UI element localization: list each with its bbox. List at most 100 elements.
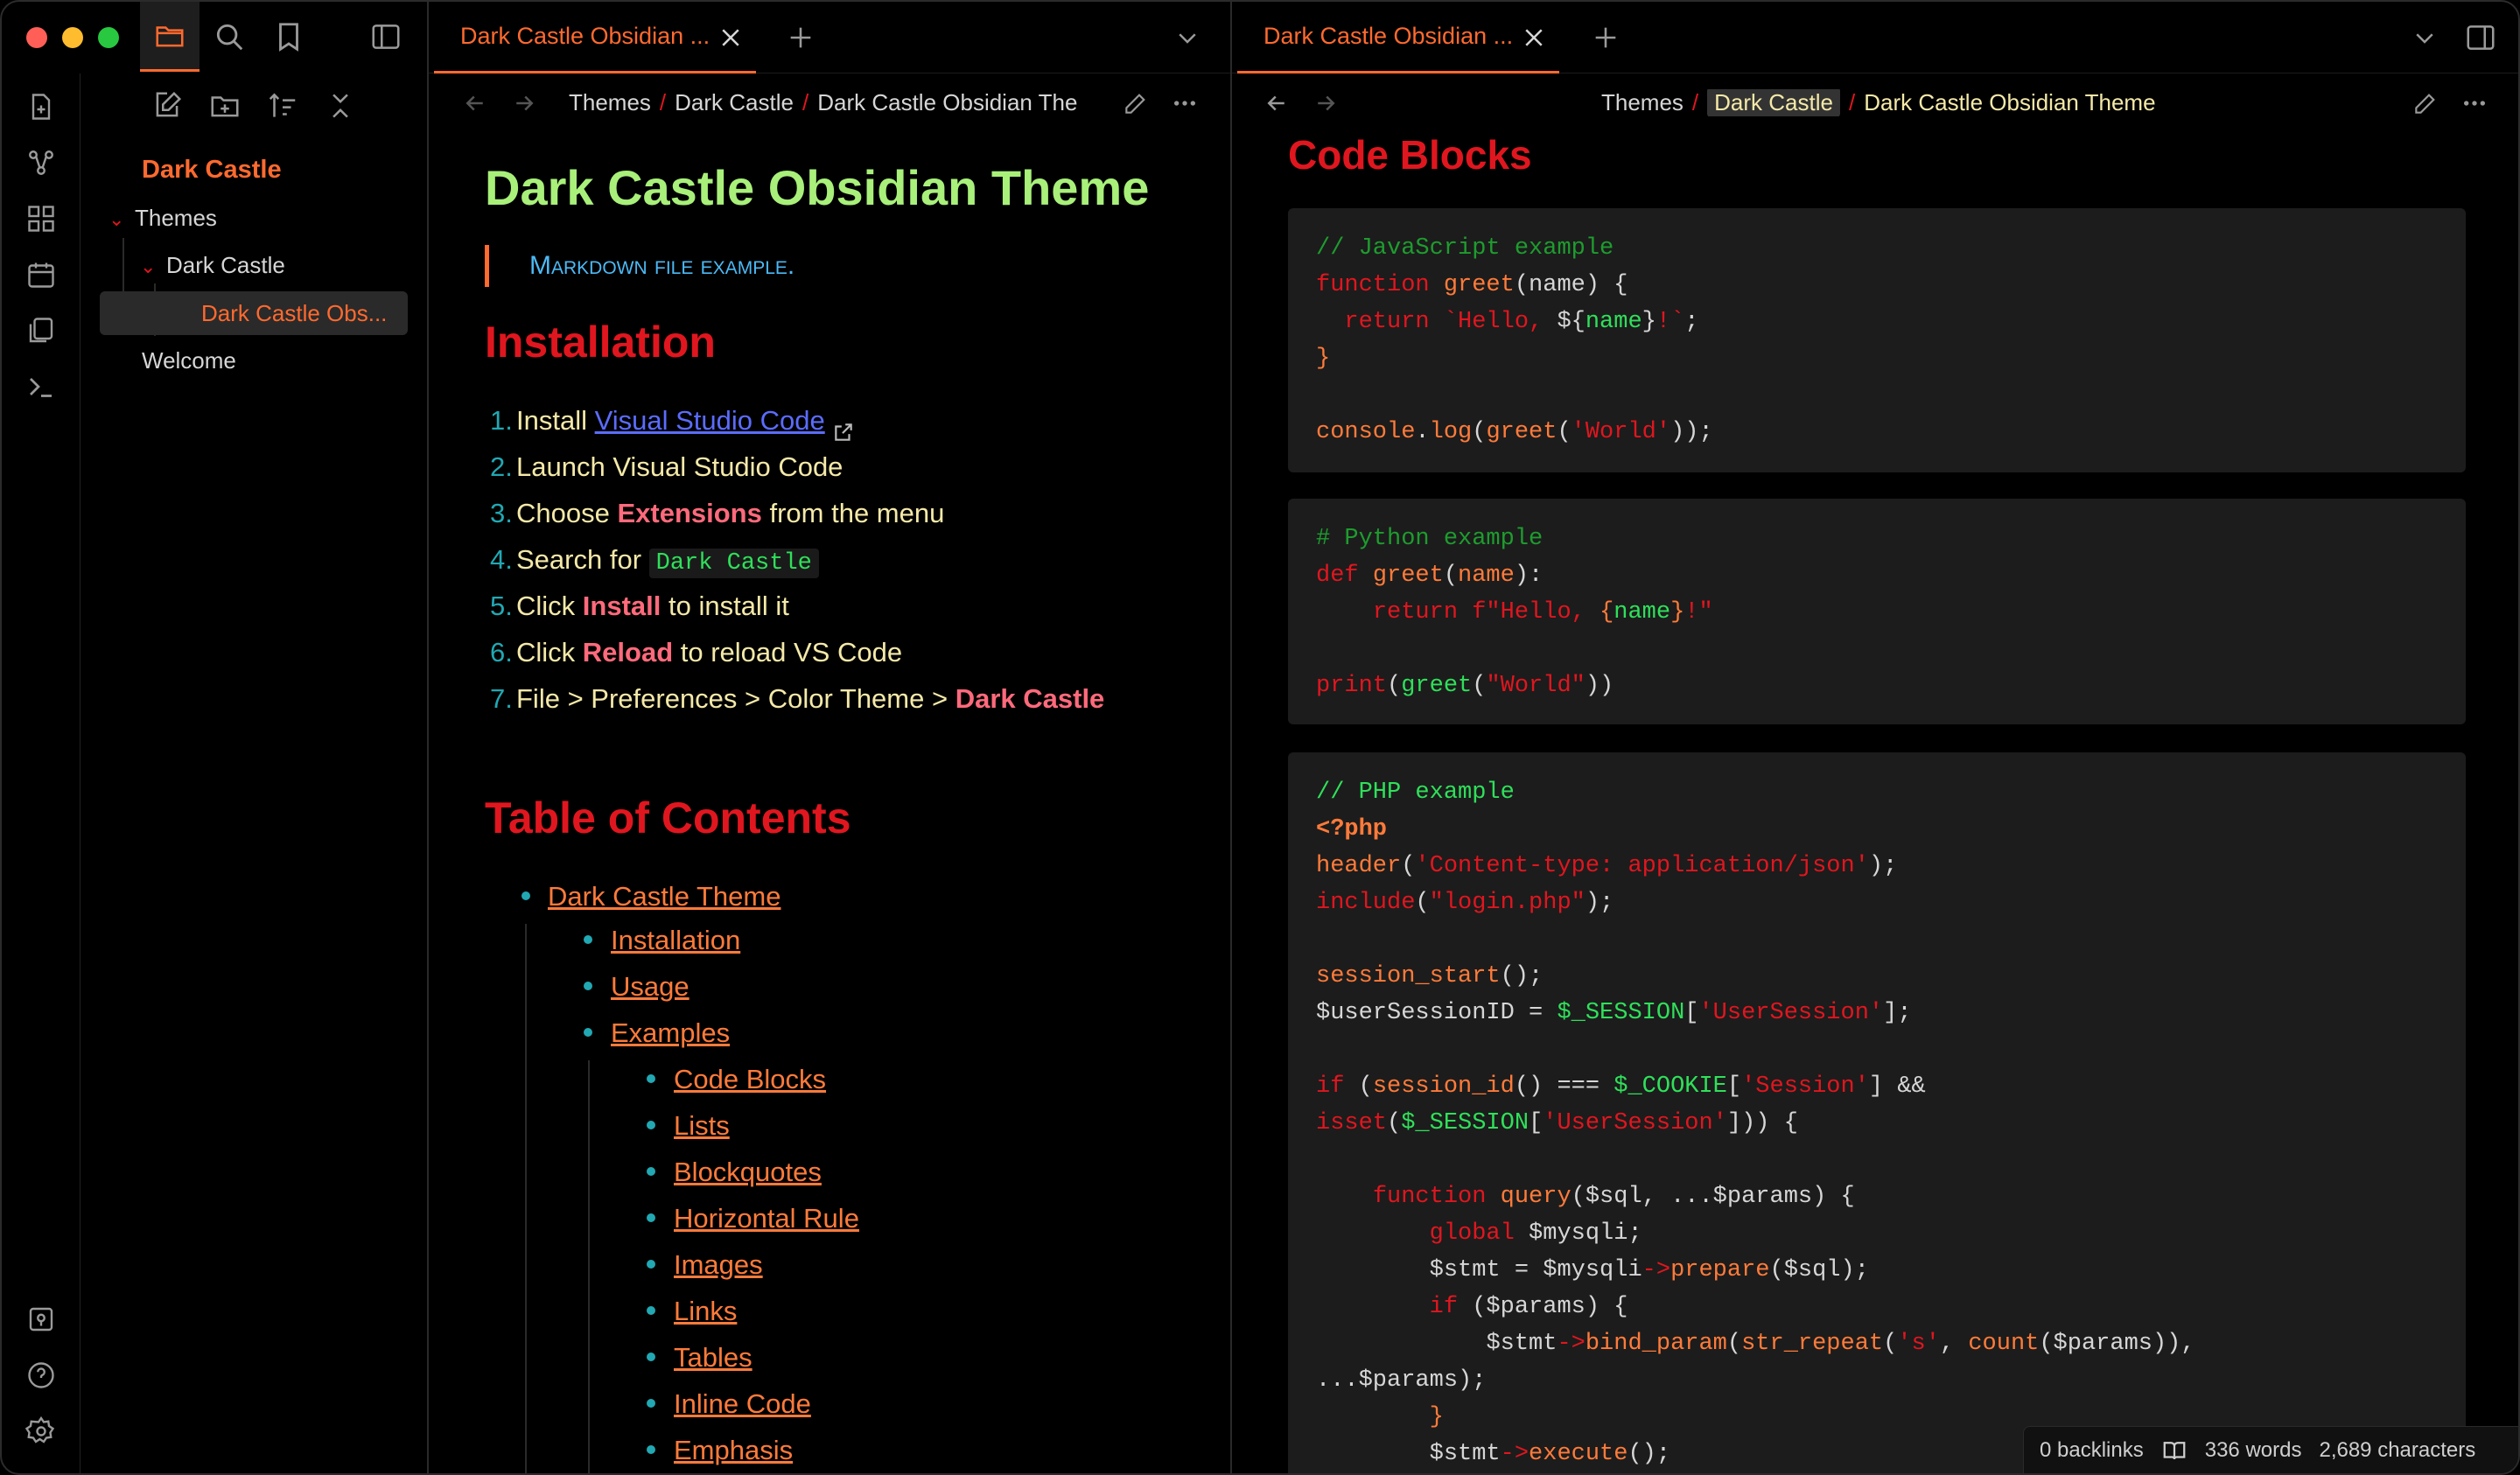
list-indent-guide <box>588 1060 590 1473</box>
toc-link[interactable]: Blockquotes <box>674 1149 822 1195</box>
breadcrumb-item[interactable]: Themes <box>1601 89 1684 115</box>
install-step: 5. Click Install to install it <box>490 583 789 629</box>
step-text: Choose <box>516 498 618 528</box>
install-step: 6. Click Reload to reload VS Code <box>490 629 902 675</box>
right-tab-bar: Dark Castle Obsidian ... <box>1232 2 2518 73</box>
left-editor-pane: Dark Castle Obsidian ... Themes / Dark Cas… <box>429 2 1232 1473</box>
tab-list-chevron-icon[interactable] <box>2412 24 2438 51</box>
list-bullet <box>647 1399 655 1408</box>
install-step: 3. Choose Extensions from the menu <box>490 490 944 536</box>
chevron-down-icon: ⌄ <box>140 255 157 277</box>
code-php: // PHP example <?php header('Content-typ… <box>1316 779 2195 1467</box>
back-arrow-icon[interactable] <box>1264 90 1290 116</box>
new-tab-icon[interactable] <box>1591 23 1620 52</box>
toc-link[interactable]: Links <box>674 1288 737 1334</box>
app-window: Dark Castle ⌄ Themes ⌄ Dark Castle Dark Ca… <box>0 0 2520 1475</box>
edit-pencil-icon[interactable] <box>1122 89 1150 117</box>
step-number: 2. <box>490 451 513 482</box>
vault-name[interactable]: Dark Castle <box>142 156 282 185</box>
toc-link[interactable]: Lists <box>674 1102 730 1149</box>
new-folder-icon[interactable] <box>208 89 242 122</box>
search-tab[interactable] <box>200 2 259 72</box>
step-keyword: Dark Castle <box>955 683 1105 714</box>
list-bullet <box>647 1074 655 1083</box>
toc-link[interactable]: Examples <box>611 1010 730 1056</box>
more-options-icon[interactable] <box>2460 89 2488 117</box>
step-keyword: Reload <box>582 637 674 668</box>
list-bullet <box>647 1353 655 1361</box>
left-active-tab[interactable]: Dark Castle Obsidian ... <box>434 2 756 73</box>
breadcrumb-item-active[interactable]: Dark Castle <box>1707 89 1840 116</box>
tab-list-chevron-icon[interactable] <box>1174 24 1200 51</box>
toc-link[interactable]: Horizontal Rule <box>674 1195 859 1241</box>
step-number: 3. <box>490 498 513 528</box>
forward-arrow-icon[interactable] <box>1312 90 1339 116</box>
close-tab-icon[interactable] <box>1521 24 1547 51</box>
tree-file-dark-castle-obsidian[interactable]: Dark Castle Obs... <box>201 291 387 335</box>
install-step: 2. Launch Visual Studio Code <box>490 444 843 490</box>
forward-arrow-icon[interactable] <box>511 90 537 116</box>
visual-studio-code-link[interactable]: Visual Studio Code <box>595 405 825 436</box>
backlinks-count[interactable]: 0 backlinks <box>2040 1438 2144 1463</box>
right-active-tab[interactable]: Dark Castle Obsidian ... <box>1237 2 1559 73</box>
blockquote-text: Markdown file example. <box>529 251 795 280</box>
breadcrumb-item[interactable]: Dark Castle Obsidian Theme <box>1864 89 2155 115</box>
list-bullet <box>647 1445 655 1454</box>
toc-link[interactable]: Images <box>674 1241 763 1288</box>
templates-icon[interactable] <box>25 315 57 346</box>
tab-title: Dark Castle Obsidian ... <box>1264 23 1514 49</box>
note-title: Dark Castle Obsidian Theme <box>485 160 1150 215</box>
graph-view-icon[interactable] <box>25 147 57 178</box>
back-arrow-icon[interactable] <box>462 90 488 116</box>
toc-link[interactable]: Code Blocks <box>674 1056 826 1102</box>
toc-link[interactable]: Installation <box>611 917 740 963</box>
reading-mode-book-icon[interactable] <box>2161 1437 2188 1464</box>
code-javascript: // JavaScript example function greet(nam… <box>1316 235 1713 445</box>
tree-folder-dark-castle[interactable]: ⌄ Dark Castle <box>140 243 285 287</box>
new-note-icon[interactable] <box>150 89 184 122</box>
toc-link[interactable]: Dark Castle Theme <box>548 873 780 919</box>
tree-file-welcome[interactable]: Welcome <box>142 339 236 382</box>
tree-folder-themes[interactable]: ⌄ Themes <box>108 196 217 240</box>
breadcrumb-item[interactable]: Themes <box>569 89 651 115</box>
new-tab-icon[interactable] <box>786 23 816 52</box>
sort-order-icon[interactable] <box>266 89 299 122</box>
toc-link[interactable]: Emphasis <box>674 1427 793 1473</box>
edit-pencil-icon[interactable] <box>2412 89 2440 117</box>
step-keyword: Install <box>582 591 662 621</box>
breadcrumb-item[interactable]: Dark Castle Obsidian The <box>817 89 1077 115</box>
step-text: to install it <box>661 591 789 621</box>
folder-icon <box>156 25 184 46</box>
settings-gear-icon[interactable] <box>24 1416 57 1447</box>
code-comment: # Python example <box>1316 526 1544 552</box>
search-icon <box>216 24 243 51</box>
terminal-icon[interactable] <box>25 371 57 402</box>
toc-link[interactable]: Usage <box>611 963 690 1010</box>
code-comment: // PHP example <box>1316 779 1515 806</box>
toggle-left-sidebar-icon[interactable] <box>369 20 402 53</box>
step-keyword: Extensions <box>617 498 762 528</box>
more-options-icon[interactable] <box>1171 89 1199 117</box>
collapse-all-icon[interactable] <box>324 89 357 122</box>
breadcrumb-item[interactable]: Dark Castle <box>675 89 794 115</box>
step-number: 7. <box>490 683 513 714</box>
files-tab[interactable] <box>140 2 200 72</box>
install-step: 7. File > Preferences > Color Theme > Dar… <box>490 675 1105 722</box>
file-explorer-sidebar: Dark Castle ⌄ Themes ⌄ Dark Castle Dark Ca… <box>80 2 429 1473</box>
calendar-icon[interactable] <box>25 259 57 290</box>
open-quick-switcher-icon[interactable] <box>25 91 57 122</box>
toggle-right-sidebar-icon[interactable] <box>2464 21 2497 54</box>
breadcrumb: Themes / Dark Castle / Dark Castle Obsidian … <box>569 89 1078 115</box>
bookmarks-tab[interactable] <box>259 2 318 72</box>
canvas-icon[interactable] <box>25 203 57 234</box>
toc-link[interactable]: Inline Code <box>674 1381 811 1427</box>
close-window-button[interactable] <box>26 27 47 48</box>
vault-switcher-icon[interactable] <box>25 1304 57 1335</box>
help-icon[interactable] <box>25 1360 57 1391</box>
toc-link[interactable]: Tables <box>674 1334 752 1381</box>
step-text: Install <box>516 405 595 436</box>
close-tab-icon[interactable] <box>718 24 744 51</box>
install-step: 1. Install Visual Studio Code <box>490 397 855 444</box>
inline-code: Dark Castle <box>648 549 819 578</box>
installation-heading: Installation <box>485 318 716 367</box>
